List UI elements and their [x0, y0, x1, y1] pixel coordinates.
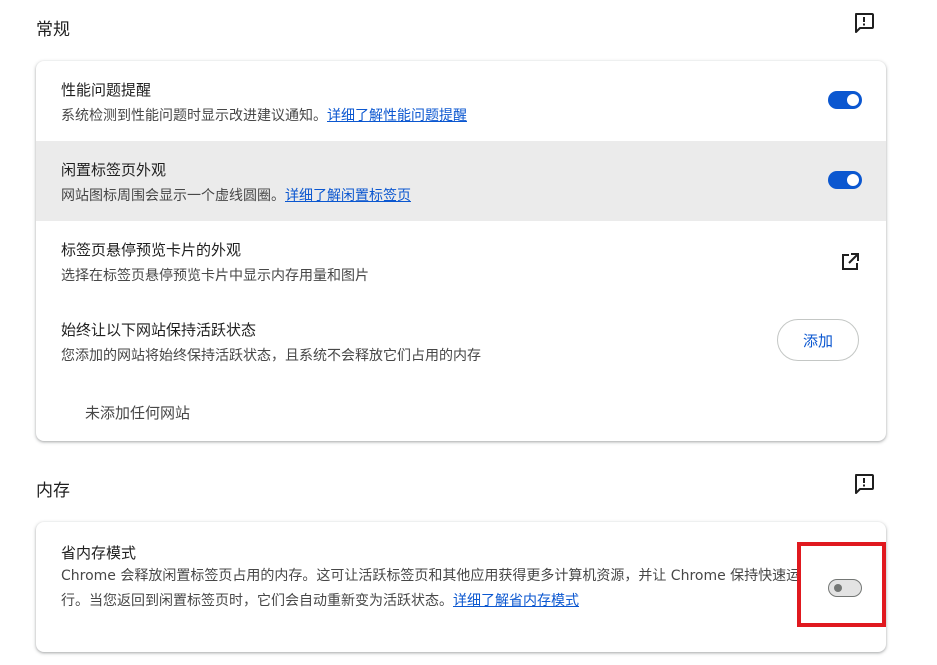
- memory-feedback-button[interactable]: [850, 470, 878, 498]
- always-active-description: 您添加的网站将始终保持活跃状态，且系统不会释放它们占用的内存: [61, 348, 481, 364]
- hover-card-row[interactable]: 标签页悬停预览卡片的外观 选择在标签页悬停预览卡片中显示内存用量和图片: [36, 221, 886, 301]
- memory-saver-description-text: Chrome 会释放闲置标签页占用的内存。这可让活跃标签页和其他应用获得更多计算…: [61, 568, 801, 609]
- hover-card-title: 标签页悬停预览卡片的外观: [61, 241, 242, 259]
- general-section-header: 常规: [36, 13, 874, 45]
- memory-saver-learn-more-link[interactable]: 详细了解省内存模式: [453, 593, 579, 609]
- performance-alerts-row: 性能问题提醒 系统检测到性能问题时显示改进建议通知。详细了解性能问题提醒: [36, 61, 886, 141]
- performance-alerts-description-text: 系统检测到性能问题时显示改进建议通知。: [61, 108, 327, 124]
- toggle-knob: [847, 174, 859, 186]
- general-feedback-button[interactable]: [850, 9, 878, 37]
- performance-alerts-title: 性能问题提醒: [61, 81, 152, 99]
- settings-page: 常规 性能问题提醒 系统检测到性能问题时显示改进建议通知。详细了解性能问题提醒 …: [0, 0, 937, 665]
- memory-saver-row: 省内存模式 Chrome 会释放闲置标签页占用的内存。这可让活跃标签页和其他应用…: [36, 522, 886, 652]
- performance-alerts-toggle[interactable]: [828, 91, 862, 109]
- feedback-icon: [855, 13, 874, 33]
- inactive-tabs-title: 闲置标签页外观: [61, 161, 167, 179]
- open-external-icon[interactable]: [840, 252, 860, 272]
- inactive-tabs-description-text: 网站图标周围会显示一个虚线圆圈。: [61, 188, 285, 204]
- always-active-title: 始终让以下网站保持活跃状态: [61, 321, 257, 339]
- feedback-icon: [855, 474, 874, 494]
- general-section-title: 常规: [36, 20, 70, 40]
- inactive-tabs-row: 闲置标签页外观 网站图标周围会显示一个虚线圆圈。详细了解闲置标签页: [36, 141, 886, 221]
- always-active-row: 始终让以下网站保持活跃状态 您添加的网站将始终保持活跃状态，且系统不会释放它们占…: [36, 301, 886, 441]
- inactive-tabs-toggle[interactable]: [828, 171, 862, 189]
- inactive-tabs-learn-more-link[interactable]: 详细了解闲置标签页: [285, 188, 411, 204]
- no-sites-text: 未添加任何网站: [85, 404, 191, 422]
- highlight-box: [797, 542, 886, 627]
- memory-saver-title: 省内存模式: [61, 544, 137, 562]
- memory-settings-card: 省内存模式 Chrome 会释放闲置标签页占用的内存。这可让活跃标签页和其他应用…: [36, 522, 886, 652]
- add-site-button[interactable]: 添加: [777, 319, 859, 361]
- inactive-tabs-description: 网站图标周围会显示一个虚线圆圈。详细了解闲置标签页: [61, 185, 411, 205]
- performance-alerts-learn-more-link[interactable]: 详细了解性能问题提醒: [327, 108, 467, 124]
- memory-saver-description: Chrome 会释放闲置标签页占用的内存。这可让活跃标签页和其他应用获得更多计算…: [61, 564, 801, 614]
- memory-section-header: 内存: [36, 474, 874, 506]
- general-settings-card: 性能问题提醒 系统检测到性能问题时显示改进建议通知。详细了解性能问题提醒 闲置标…: [36, 61, 886, 441]
- performance-alerts-description: 系统检测到性能问题时显示改进建议通知。详细了解性能问题提醒: [61, 105, 467, 125]
- hover-card-description: 选择在标签页悬停预览卡片中显示内存用量和图片: [61, 268, 369, 284]
- toggle-knob: [847, 94, 859, 106]
- memory-section-title: 内存: [36, 481, 70, 501]
